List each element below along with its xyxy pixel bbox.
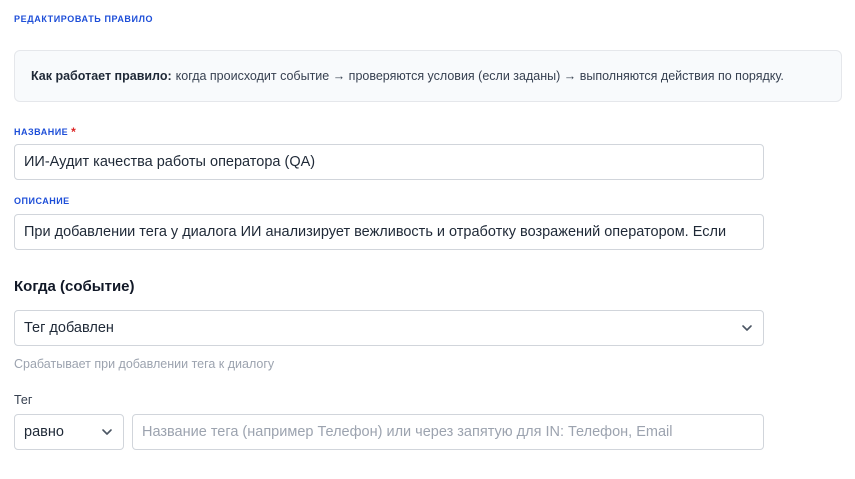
- name-label: НАЗВАНИЕ *: [14, 124, 77, 139]
- name-label-text: НАЗВАНИЕ: [14, 127, 69, 137]
- tag-label: Тег: [14, 393, 33, 407]
- description-input[interactable]: При добавлении тега у диалога ИИ анализи…: [14, 214, 764, 250]
- chevron-down-icon: [741, 322, 753, 334]
- chevron-down-icon: [101, 426, 113, 438]
- trigger-heading: Когда (событие): [14, 278, 135, 295]
- event-hint: Срабатывает при добавлении тега к диалог…: [14, 357, 275, 371]
- event-select-value: Тег добавлен: [24, 320, 114, 336]
- name-input[interactable]: ИИ-Аудит качества работы оператора (QA): [14, 144, 764, 180]
- info-box: Как работает правило: когда происходит с…: [14, 50, 842, 102]
- edit-rule-form: РЕДАКТИРОВАТЬ ПРАВИЛО Как работает прави…: [0, 0, 855, 479]
- section-title: РЕДАКТИРОВАТЬ ПРАВИЛО: [14, 14, 154, 24]
- info-text: когда происходит событие → проверяются у…: [175, 69, 784, 83]
- description-label: ОПИСАНИЕ: [14, 196, 70, 206]
- required-mark: *: [71, 125, 77, 139]
- info-title: Как работает правило:: [31, 69, 172, 83]
- tag-operator-value: равно: [24, 424, 64, 440]
- tag-value-placeholder: Название тега (например Телефон) или чер…: [142, 424, 673, 440]
- tag-value-input[interactable]: Название тега (например Телефон) или чер…: [132, 414, 764, 450]
- tag-operator-select[interactable]: равно: [14, 414, 124, 450]
- event-select[interactable]: Тег добавлен: [14, 310, 764, 346]
